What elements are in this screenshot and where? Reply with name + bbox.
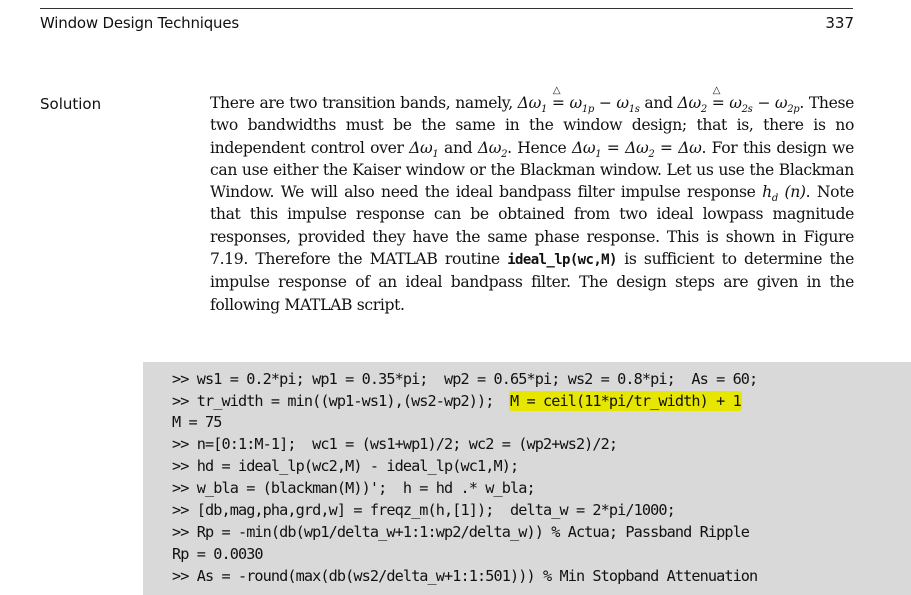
inline-code-routine: ideal_lp(wc,M) [507,252,617,269]
math-delta-omega-2: Δω2 [625,138,655,160]
math-delta-omega-1: Δω1 [517,94,548,116]
math-delta-omega-2: Δω2 [677,94,708,116]
math-def-equal: = [552,80,565,114]
code-line: >> n=[0:1:M-1]; wc1 = (ws1+wp1)/2; wc2 =… [172,435,618,453]
code-output-line: Rp = 0.0030 [172,545,264,563]
math-delta-omega-1: Δω1 [571,138,602,160]
solution-label: Solution [40,95,102,113]
math-equal: = [601,138,626,157]
math-equal-delta-omega: = Δω [654,138,702,157]
math-omega-2s: ω2s [729,94,753,116]
math-omega-1s: ω1s [616,94,640,116]
header-rule [40,8,853,9]
math-minus: − [593,94,617,112]
math-delta-omega-1: Δω1 [409,138,439,160]
code-output-line: M = 75 [172,413,222,431]
math-minus: − [752,94,775,112]
code-line: >> [db,mag,pha,grd,w] = freqz_m(h,[1]); … [172,501,676,519]
code-line: >> tr_width = min((wp1-ws1),(ws2-wp2)); … [172,392,742,410]
math-def-equal: = [712,80,725,114]
text-run: There are two transition bands, namely, [210,94,518,112]
math-delta-omega-2: Δω2 [477,138,508,160]
running-title: Window Design Techniques [40,14,240,32]
math-hd: hd [762,183,778,205]
code-line: >> hd = ideal_lp(wc2,M) - ideal_lp(wc1,M… [172,457,519,475]
code-line: >> As = -round(max(db(ws2/delta_w+1:1:50… [172,567,758,585]
math-hd-arg: (n) [777,183,806,202]
code-line: >> w_bla = (blackman(M))'; h = hd .* w_b… [172,479,536,497]
highlighted-code: M = ceil(11*pi/tr_width) + 1 [510,392,742,410]
text-run: . Hence [507,138,572,157]
text-run: and [639,94,678,112]
text-run: and [438,138,478,157]
matlab-code-block: >> ws1 = 0.2*pi; wp1 = 0.35*pi; wp2 = 0.… [143,362,911,595]
page-number: 337 [825,14,854,32]
code-line: >> ws1 = 0.2*pi; wp1 = 0.35*pi; wp2 = 0.… [172,370,758,388]
math-omega-1p: ω1p [569,94,594,116]
solution-paragraph: There are two transition bands, namely, … [210,80,854,316]
math-omega-2p: ω2p [774,94,800,116]
code-line: >> Rp = -min(db(wp1/delta_w+1:1:wp2/delt… [172,523,750,541]
